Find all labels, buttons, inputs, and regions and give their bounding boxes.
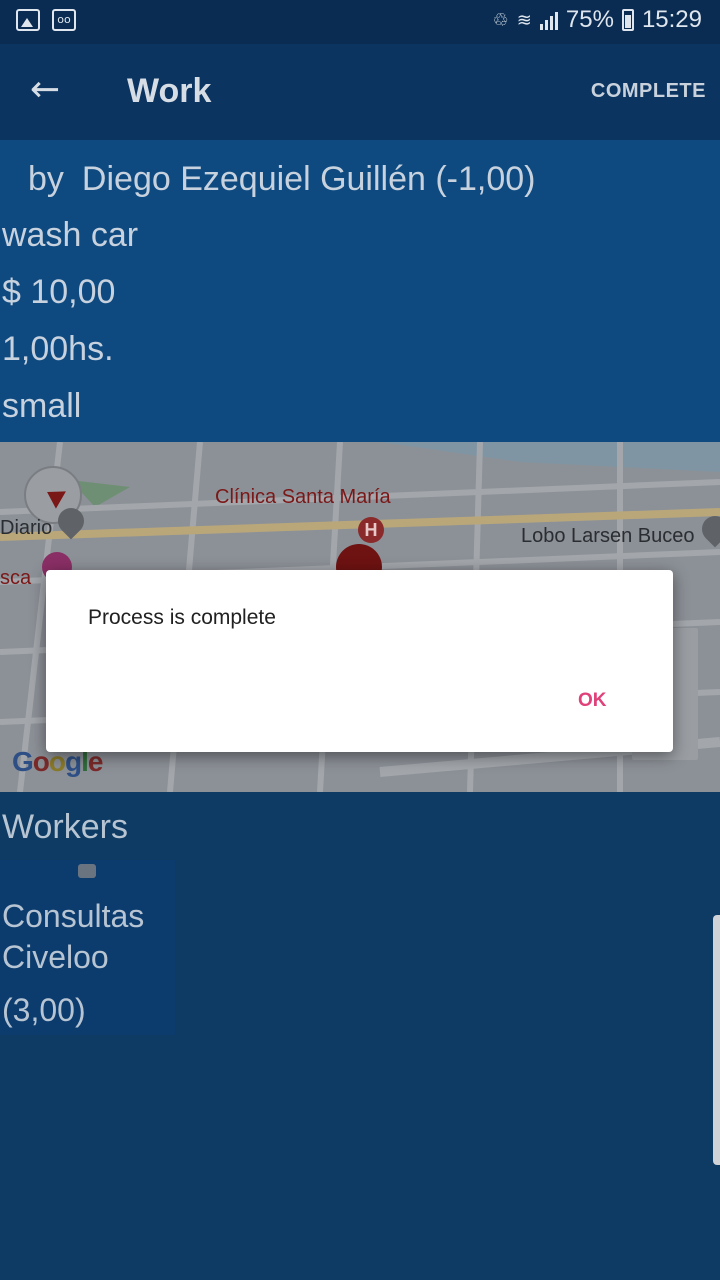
map-label-sca: sca	[0, 567, 32, 589]
alert-dialog: Process is complete OK	[46, 570, 673, 752]
workers-heading: Workers	[2, 808, 128, 846]
map-label-clinic: Clínica Santa María	[215, 486, 391, 508]
author-line: by Diego Ezequiel Guillén (-1,00)	[28, 160, 536, 199]
worker-name: Consultas Civeloo	[2, 898, 145, 975]
work-details: by Diego Ezequiel Guillén (-1,00) wash ca…	[0, 140, 720, 442]
work-description: wash car	[2, 216, 139, 254]
page-title: Work	[127, 72, 212, 110]
status-right: ♲ ≋ 75% 15:29	[493, 6, 702, 34]
arrow-left-icon[interactable]: ←	[30, 72, 70, 112]
status-left-icons: oo	[16, 9, 76, 31]
work-price: $ 10,00	[2, 273, 116, 311]
worker-card[interactable]: Consultas Civeloo (3,00)	[0, 860, 175, 1035]
app-bar: ← Work COMPLETE	[0, 44, 720, 140]
scrollbar[interactable]	[713, 915, 720, 1165]
map-label-lobo: Lobo Larsen Buceo	[521, 525, 695, 547]
wifi-icon: ≋	[516, 9, 532, 31]
hospital-icon[interactable]: H	[358, 517, 384, 543]
author-name: Diego Ezequiel Guillén (-1,00)	[81, 160, 536, 198]
clock: 15:29	[641, 6, 702, 33]
status-bar: oo ♲ ≋ 75% 15:29	[0, 0, 720, 44]
voicemail-icon: oo	[52, 9, 76, 31]
image-notification-icon	[16, 9, 40, 31]
by-label: by	[28, 160, 64, 198]
work-size: small	[2, 387, 82, 425]
battery-icon	[621, 9, 634, 31]
avatar	[78, 864, 96, 878]
dialog-message: Process is complete	[88, 606, 276, 629]
worker-rating: (3,00)	[2, 992, 86, 1028]
battery-saver-icon: ♲	[492, 9, 509, 31]
battery-percent: 75%	[565, 6, 614, 33]
work-duration: 1,00hs.	[2, 330, 114, 368]
complete-button[interactable]: COMPLETE	[591, 80, 706, 103]
map-label-diario: Diario	[0, 517, 53, 539]
ok-button[interactable]: OK	[570, 686, 615, 716]
signal-icon	[539, 10, 558, 30]
